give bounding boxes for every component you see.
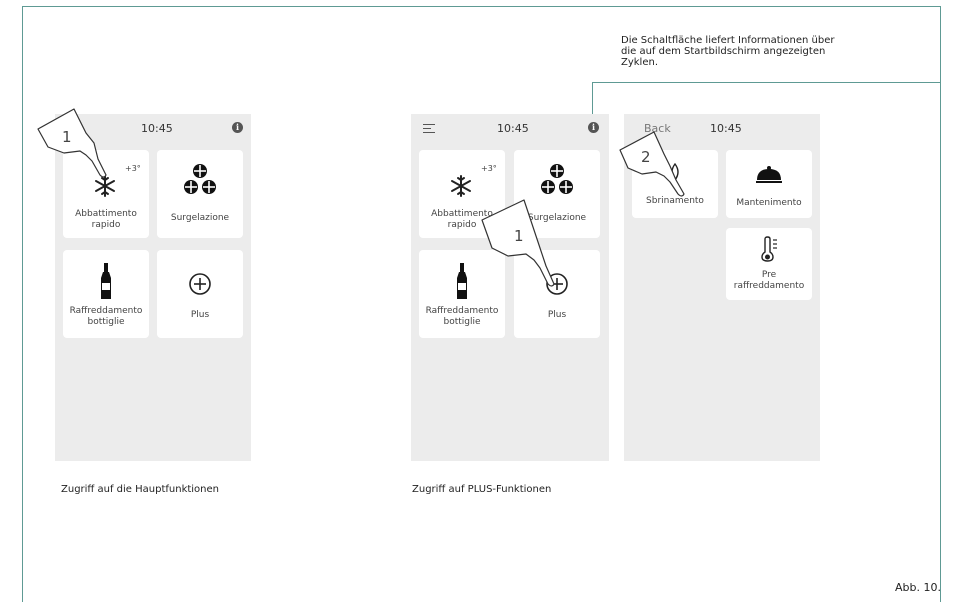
leader-line-horizontal xyxy=(592,82,941,83)
triple-snowflake-icon xyxy=(541,164,573,194)
caption-plus-functions: Zugriff auf PLUS-Funktionen xyxy=(412,484,552,495)
tile-label-line-2: raffreddamento xyxy=(733,281,805,291)
tile-label: Raffreddamento bottiglie xyxy=(421,306,503,328)
clock-time: 10:45 xyxy=(141,122,173,135)
tile-pre-raffreddamento[interactable]: Pre raffreddamento xyxy=(726,228,812,300)
step-number: 2 xyxy=(641,148,651,166)
caption-main-functions: Zugriff auf die Hauptfunktionen xyxy=(61,484,220,495)
step-number: 1 xyxy=(62,128,72,146)
tile-label-line-1: Plus xyxy=(190,310,210,320)
tile-label-line-1: Raffreddamento xyxy=(425,306,499,316)
plus-circle-icon xyxy=(189,273,211,295)
tile-label-line-1: Surgelazione xyxy=(170,213,230,223)
temperature-label: +3° xyxy=(481,164,497,173)
tile-label: Mantenimento xyxy=(728,198,810,209)
figure-reference: Abb. 10. xyxy=(895,581,941,594)
bottle-icon xyxy=(101,263,111,299)
tile-label: Pre raffreddamento xyxy=(728,270,810,292)
tile-label-line-1: Pre xyxy=(761,270,777,280)
tile-label-line-1: Mantenimento xyxy=(736,198,802,208)
step-number: 1 xyxy=(514,227,524,245)
thermometer-icon xyxy=(761,236,777,262)
tile-label: Raffreddamento bottiglie xyxy=(65,306,147,328)
tile-label-line-2: rapido xyxy=(91,220,121,230)
info-note-line-3: Zyklen. xyxy=(621,57,659,68)
tile-label: Abbattimento rapido xyxy=(65,209,147,231)
clock-time: 10:45 xyxy=(497,122,529,135)
tile-plus[interactable]: Plus xyxy=(157,250,243,338)
tile-label: Surgelazione xyxy=(159,213,241,224)
info-note: Die Schaltfläche liefert Informationen ü… xyxy=(621,35,891,68)
tile-label: Plus xyxy=(516,310,598,321)
bottle-icon xyxy=(457,263,467,299)
tile-surgelazione[interactable]: Surgelazione xyxy=(157,150,243,238)
menu-icon[interactable] xyxy=(423,124,435,136)
info-icon[interactable]: i xyxy=(588,122,599,133)
info-icon[interactable]: i xyxy=(232,122,243,133)
clock-time: 10:45 xyxy=(710,122,742,135)
tile-label: Plus xyxy=(159,310,241,321)
tile-label-line-1: Plus xyxy=(547,310,567,320)
pointing-hand-icon xyxy=(619,131,685,197)
tile-label-line-1: Abbattimento xyxy=(75,209,137,219)
triple-snowflake-icon xyxy=(184,164,216,194)
pointing-hand-icon xyxy=(37,108,107,178)
tile-label-line-2: bottiglie xyxy=(443,317,481,327)
info-note-line-1: Die Schaltfläche liefert Informationen ü… xyxy=(621,35,835,46)
tile-mantenimento[interactable]: Mantenimento xyxy=(726,150,812,218)
cloche-icon xyxy=(756,166,782,183)
screen-topbar: 10:45 i xyxy=(411,114,609,144)
leader-line-vertical xyxy=(592,82,593,118)
tile-label-line-1: Raffreddamento xyxy=(69,306,143,316)
tile-label-line-2: bottiglie xyxy=(87,317,125,327)
info-note-line-2: die auf dem Startbildschirm angezeigten xyxy=(621,46,826,57)
pointing-hand-icon xyxy=(481,199,555,287)
temperature-label: +3° xyxy=(125,164,141,173)
tile-raffreddamento-bottiglie[interactable]: Raffreddamento bottiglie xyxy=(63,250,149,338)
snowflake-icon xyxy=(451,175,471,197)
